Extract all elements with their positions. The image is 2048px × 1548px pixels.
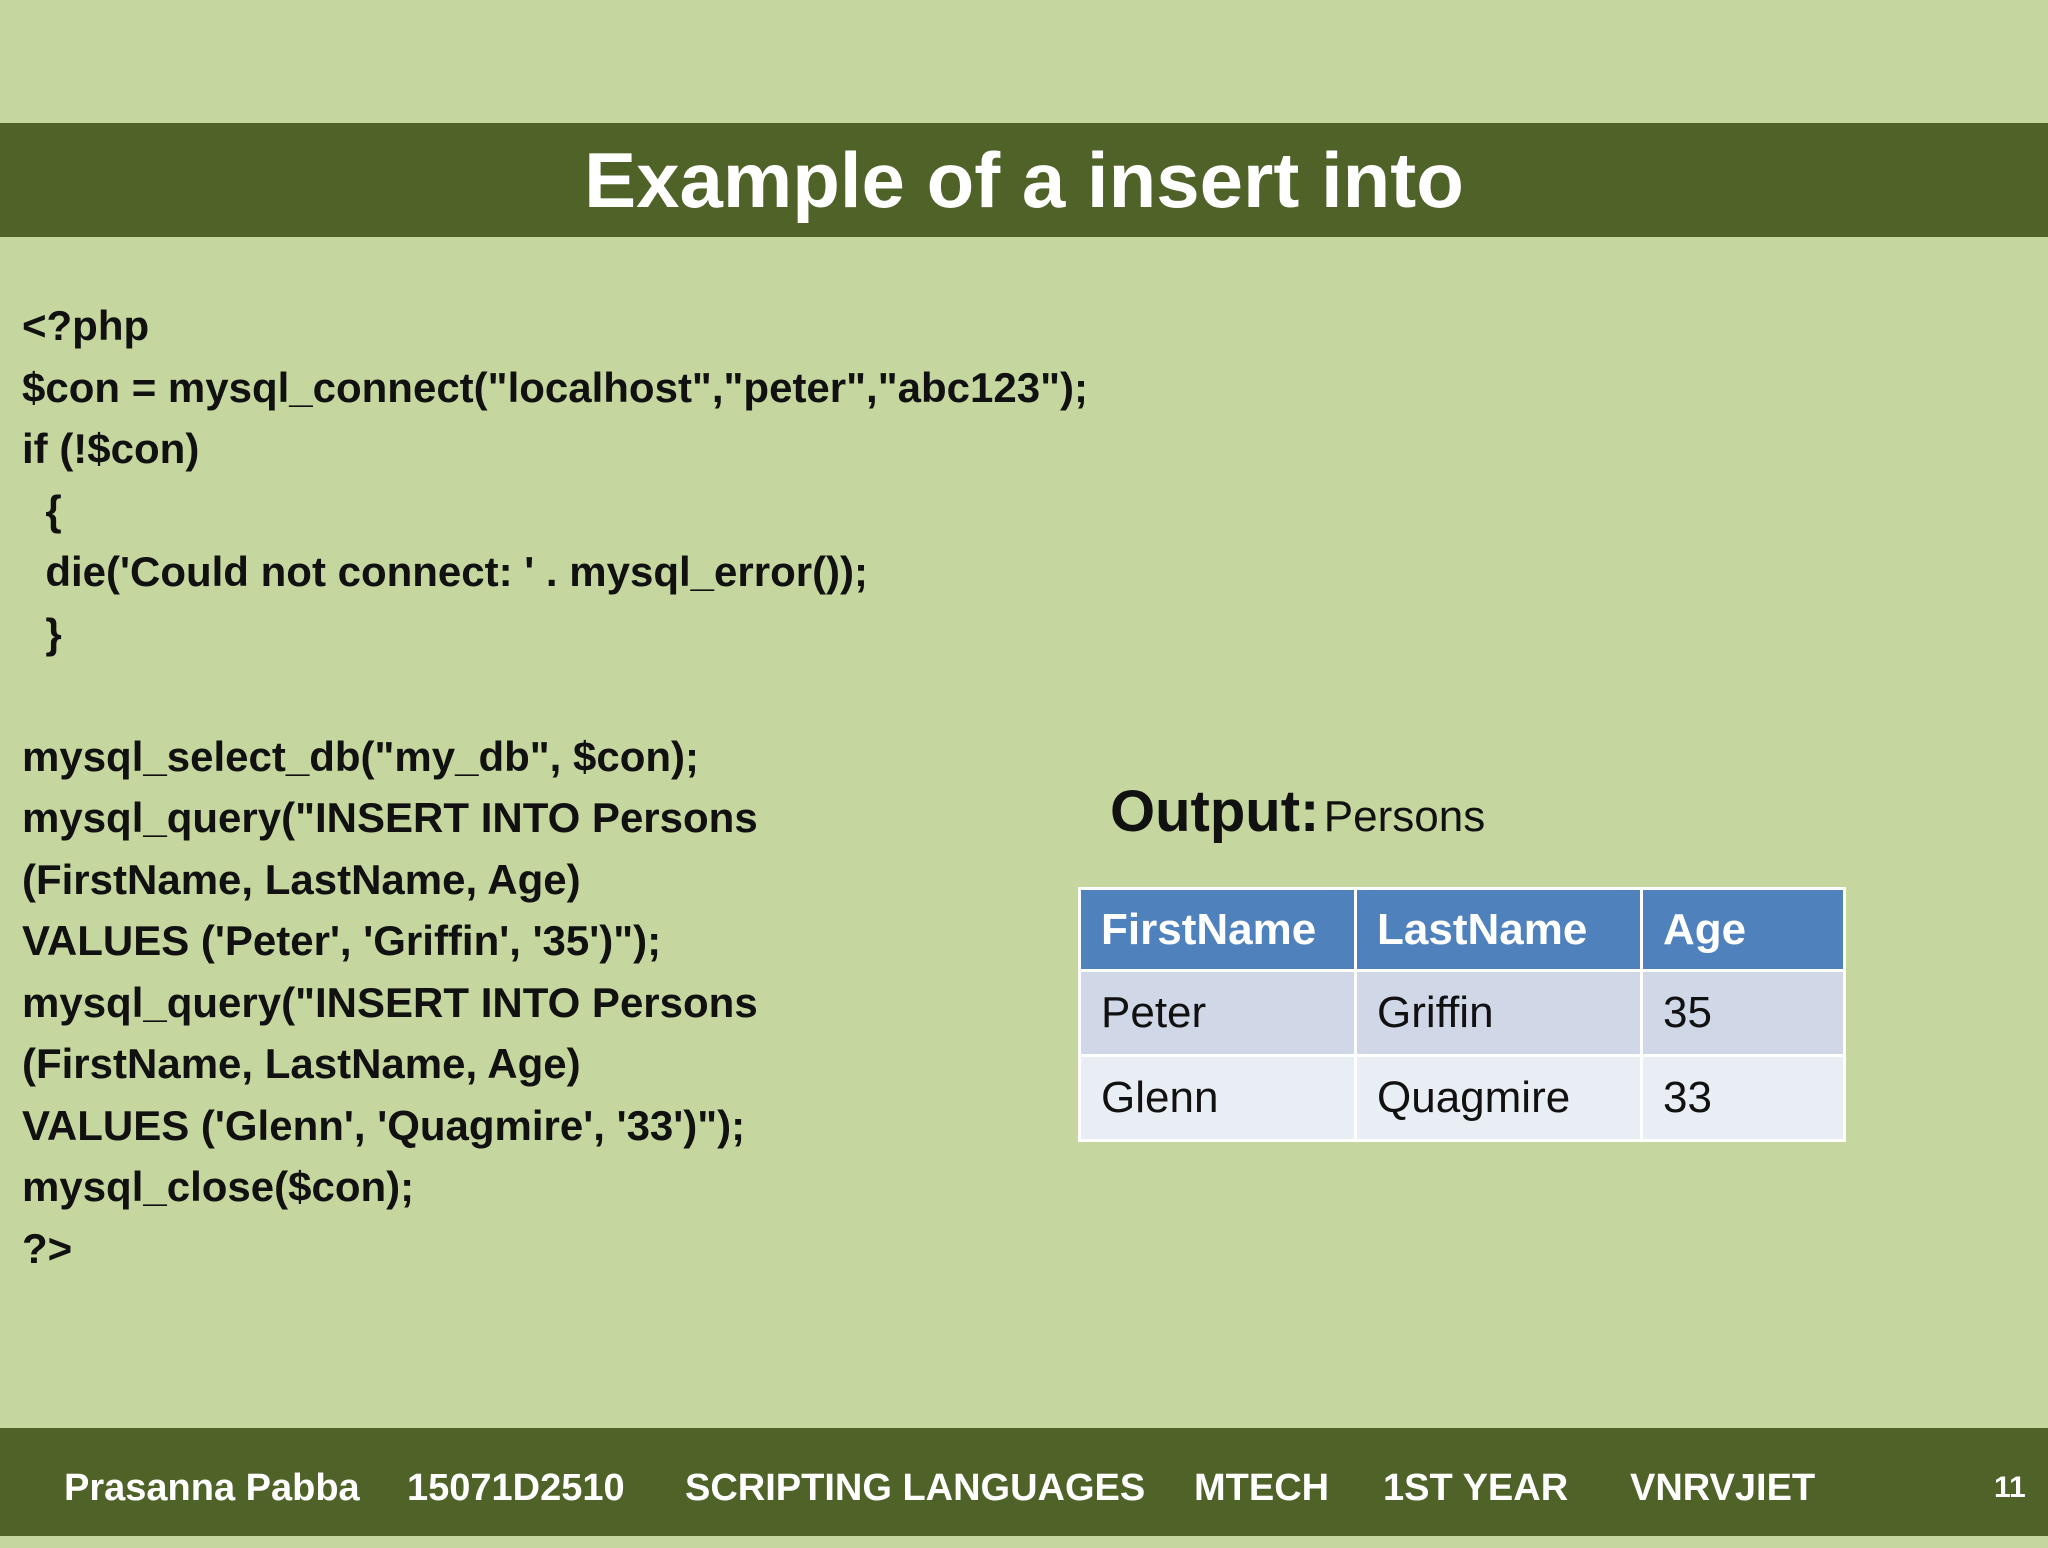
code-line: $con = mysql_connect("localhost","peter"… xyxy=(22,363,1088,411)
code-line: <?php xyxy=(22,302,150,349)
code-line: ?> xyxy=(22,1224,73,1272)
cell-age: 33 xyxy=(1640,1054,1846,1142)
table-row: Peter Griffin 35 xyxy=(1078,969,1846,1057)
cell-firstname: Peter xyxy=(1078,969,1357,1057)
code-line: die('Could not connect: ' . mysql_error(… xyxy=(22,548,869,595)
persons-table: FirstName LastName Age Peter Griffin 35 … xyxy=(1078,887,1846,1142)
cell-lastname: Quagmire xyxy=(1354,1054,1643,1142)
table-header-row: FirstName LastName Age xyxy=(1078,887,1846,972)
footer-college: VNRVJIET xyxy=(1630,1467,1816,1509)
footer-subject: SCRIPTING LANGUAGES xyxy=(685,1467,1146,1509)
footer-year: 1ST YEAR xyxy=(1383,1467,1569,1509)
code-line: mysql_close($con); xyxy=(22,1163,415,1210)
footer-roll-no: 15071D2510 xyxy=(407,1467,625,1509)
cell-age: 35 xyxy=(1640,969,1846,1057)
table-row: Glenn Quagmire 33 xyxy=(1078,1054,1846,1142)
code-line: (FirstName, LastName, Age) xyxy=(22,855,581,903)
header-lastname: LastName xyxy=(1354,887,1643,972)
code-line: { xyxy=(22,486,62,534)
cell-firstname: Glenn xyxy=(1078,1054,1357,1142)
code-line: mysql_select_db("my_db", $con); xyxy=(22,732,700,780)
slide-title: Example of a insert into xyxy=(584,135,1464,224)
code-line: mysql_query("INSERT INTO Persons xyxy=(22,978,758,1026)
output-table-name: Persons xyxy=(1323,792,1486,841)
title-bar: Example of a insert into xyxy=(0,123,2048,237)
code-line: VALUES ('Peter', 'Griffin', '35')"); xyxy=(22,917,662,964)
output-label: Output: xyxy=(1110,779,1320,844)
code-line: (FirstName, LastName, Age) xyxy=(22,1040,581,1087)
code-line: } xyxy=(22,609,62,657)
code-line: if (!$con) xyxy=(22,425,200,472)
code-block: <?php $con = mysql_connect("localhost","… xyxy=(22,295,1088,1279)
footer-course: MTECH xyxy=(1194,1467,1330,1509)
page-number: 11 xyxy=(1994,1471,2026,1504)
code-line: VALUES ('Glenn', 'Quagmire', '33')"); xyxy=(22,1101,746,1149)
header-age: Age xyxy=(1640,887,1846,972)
footer-bar: Prasanna Pabba 15071D2510 SCRIPTING LANG… xyxy=(0,1428,2048,1536)
code-line: mysql_query("INSERT INTO Persons xyxy=(22,794,758,841)
output-heading: Output: Persons xyxy=(1110,778,1485,845)
header-firstname: FirstName xyxy=(1078,887,1357,972)
cell-lastname: Griffin xyxy=(1354,969,1643,1057)
footer-author: Prasanna Pabba xyxy=(64,1467,360,1509)
